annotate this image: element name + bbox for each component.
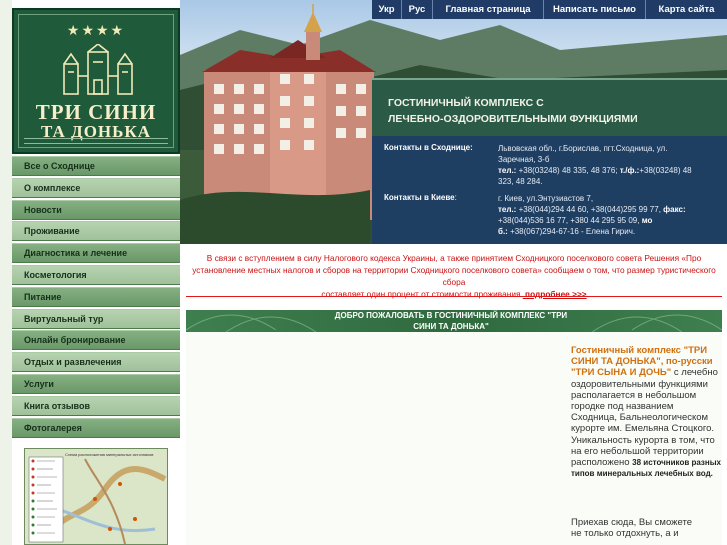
welcome-banner: ДОБРО ПОЖАЛОВАТЬ В ГОСТИНИЧНЫЙ КОМПЛЕКС … bbox=[186, 310, 722, 332]
contacts-skhodnica-label: Контакты в Сходнице: bbox=[384, 143, 473, 152]
menu-item-guestbook[interactable]: Книга отзывов bbox=[12, 395, 180, 416]
intro-text-2-para: Приехав сюда, Вы сможете не только отдох… bbox=[571, 517, 721, 539]
welcome-title-line1: ДОБРО ПОЖАЛОВАТЬ В ГОСТИНИЧНЫЙ КОМПЛЕКС … bbox=[334, 311, 568, 320]
tax-notice: В связи с вступлением в силу Налогового … bbox=[186, 252, 722, 300]
tax-notice-line2: установление местных налогов и сборов на… bbox=[192, 265, 716, 287]
map-title: Схема расположения минеральных источнико… bbox=[65, 452, 154, 457]
complex-title: ГОСТИНИЧНЫЙ КОМПЛЕКС С ЛЕЧЕБНО-ОЗДОРОВИТ… bbox=[388, 95, 638, 127]
menu-item-online-booking[interactable]: Онлайн бронирование bbox=[12, 330, 180, 351]
menu-item-services[interactable]: Услуги bbox=[12, 373, 180, 394]
more-link[interactable]: подробнее >>> bbox=[523, 289, 587, 299]
menu-item-gallery[interactable]: Фотогалерея bbox=[12, 417, 180, 438]
map-image bbox=[25, 449, 167, 544]
lang-rus-link[interactable]: Рус bbox=[402, 0, 433, 19]
kiev-tel: +38(044)294 44 60, +38(044)295 99 77, bbox=[518, 205, 661, 214]
kiev-mob-line: б.: +38(067)294-67-16 - Елена Гирич. bbox=[498, 226, 724, 237]
site-logo[interactable]: ★★★★ ТРИ СИНИ ТА ДОНЬКА bbox=[12, 8, 180, 154]
intro-p2-line2: не только отдохнуть, а и bbox=[571, 528, 721, 539]
skhodnica-tel-label: тел.: bbox=[498, 166, 517, 175]
menu-item-about-skhodnica[interactable]: Все о Сходнице bbox=[12, 156, 180, 176]
kiev-fax-label: факс: bbox=[663, 205, 686, 214]
kiev-mob-label: мо bbox=[641, 216, 653, 225]
notice-divider bbox=[186, 296, 722, 297]
menu-item-about-complex[interactable]: О комплексе bbox=[12, 177, 180, 198]
kiev-tel-label: тел.: bbox=[498, 205, 517, 214]
menu-item-virtual-tour[interactable]: Виртуальный тур bbox=[12, 308, 180, 329]
menu-item-accommodation[interactable]: Проживание bbox=[12, 221, 180, 242]
tax-notice-line1: В связи с вступлением в силу Налогового … bbox=[206, 253, 702, 263]
complex-title-line1: ГОСТИНИЧНЫЙ КОМПЛЕКС С bbox=[388, 97, 544, 109]
kiev-address-line: г. Киев, ул.Энтузиастов 7, bbox=[498, 194, 594, 203]
kiev-mob: +38(067)294-67-16 - Елена Гирич. bbox=[510, 227, 636, 236]
complex-title-line2: ЛЕЧЕБНО-ОЗДОРОВИТЕЛЬНЫМИ ФУНКЦИЯМИ bbox=[388, 113, 638, 125]
contacts-skhodnica-address: Львовская обл., г.Борислав, пгт.Сходница… bbox=[498, 143, 724, 187]
kiev-phone-line: тел.: +38(044)294 44 60, +38(044)295 99 … bbox=[498, 204, 724, 215]
logo-ornament bbox=[24, 138, 168, 144]
left-strip bbox=[0, 0, 12, 545]
skhodnica-address-line1: Львовская обл., г.Борислав, пгт.Сходница… bbox=[498, 144, 668, 153]
castle-icon bbox=[63, 44, 133, 95]
intro-p2-and: а и bbox=[665, 528, 679, 540]
intro-p2-line1: Приехав сюда, Вы сможете bbox=[571, 517, 692, 528]
menu-item-leisure[interactable]: Отдых и развлечения bbox=[12, 352, 180, 373]
intro-hl-2: СИНИ ТА ДОНЬКА", по-русски bbox=[571, 356, 713, 368]
intro-hl-1: Гостиничный комплекс "ТРИ bbox=[571, 345, 708, 356]
springs-map[interactable]: Схема расположения минеральных источнико… bbox=[24, 448, 168, 545]
lang-ukr-link[interactable]: Укр bbox=[372, 0, 402, 19]
skhodnica-telfax-line2: 323, 48 284. bbox=[498, 177, 543, 186]
home-link[interactable]: Главная страница bbox=[433, 0, 544, 19]
tax-notice-line3-wrap: составляет один процент от стоимости про… bbox=[186, 288, 722, 300]
write-letter-link[interactable]: Написать письмо bbox=[544, 0, 646, 19]
menu-item-news[interactable]: Новости bbox=[12, 199, 180, 220]
skhodnica-phone-line: тел.: +38(03248) 48 335, 48 376; т./ф.:+… bbox=[498, 165, 724, 176]
logo-stars: ★★★★ bbox=[66, 22, 126, 38]
complex-title-box: ГОСТИНИЧНЫЙ КОМПЛЕКС С ЛЕЧЕБНО-ОЗДОРОВИТ… bbox=[372, 78, 727, 136]
menu-item-food[interactable]: Питание bbox=[12, 286, 180, 307]
skhodnica-telfax: +38(03248) 48 bbox=[639, 166, 692, 175]
intro-p2-rest: отдохнуть, bbox=[616, 528, 663, 540]
intro-hl-3: "ТРИ СЫНА И ДОЧЬ" bbox=[571, 367, 672, 379]
intro-text: Гостиничный комплекс "ТРИ СИНИ ТА ДОНЬКА… bbox=[571, 345, 721, 479]
kiev-mob-label2: б.: bbox=[498, 227, 508, 236]
menu-item-cosmetology[interactable]: Косметология bbox=[12, 264, 180, 285]
intro-p2-not-only: не только bbox=[571, 528, 614, 540]
intro-text-1: с bbox=[671, 367, 679, 379]
contacts-kiev-label: Контакты в Киеве: bbox=[384, 193, 457, 202]
kiev-fax-line: +38(044)536 16 77, +380 44 295 95 09, мо bbox=[498, 215, 724, 226]
welcome-title-line2: СИНИ ТА ДОНЬКА" bbox=[413, 322, 489, 331]
page: ★★★★ ТРИ СИНИ ТА ДОНЬКА Все о Сходнице О… bbox=[0, 0, 727, 545]
sitemap-link[interactable]: Карта сайта bbox=[646, 0, 727, 19]
skhodnica-telfax-label: т./ф.: bbox=[619, 166, 640, 175]
menu-item-diagnostics[interactable]: Диагностика и лечение bbox=[12, 243, 180, 264]
intro-text-2: лечебно оздоровительными функциями распо… bbox=[571, 367, 718, 469]
kiev-label-text: Контакты в Киеве bbox=[384, 193, 455, 202]
kiev-label-colon: : bbox=[454, 193, 457, 202]
contacts-panel: Контакты в Сходнице: Львовская обл., г.Б… bbox=[372, 136, 727, 244]
top-navigation: Укр Рус Главная страница Написать письмо… bbox=[372, 0, 727, 19]
tax-notice-line3: составляет один процент от стоимости про… bbox=[321, 289, 523, 299]
kiev-fax: +38(044)536 16 77, +380 44 295 95 09, bbox=[498, 216, 640, 225]
skhodnica-address-line2: Заречная, 3-б bbox=[498, 155, 550, 164]
main-menu: Все о Сходнице О комплексе Новости Прожи… bbox=[12, 156, 180, 439]
contacts-kiev-address: г. Киев, ул.Энтузиастов 7, тел.: +38(044… bbox=[498, 193, 724, 237]
skhodnica-tel: +38(03248) 48 335, 48 376; bbox=[518, 166, 618, 175]
